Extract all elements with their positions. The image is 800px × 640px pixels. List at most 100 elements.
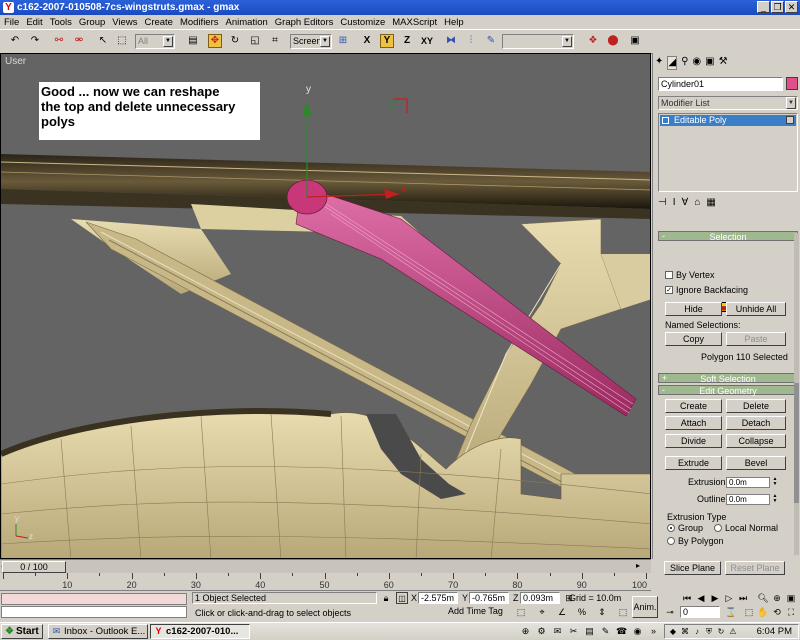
scale-icon[interactable]: ◱ xyxy=(248,34,262,48)
divide-button[interactable]: Divide xyxy=(665,434,722,448)
command-panel-scrollbar[interactable] xyxy=(794,233,799,555)
unlink-icon[interactable]: ⚮ xyxy=(72,34,86,48)
tab-modify-icon[interactable]: ◢ xyxy=(667,56,678,70)
tab-hierarchy-icon[interactable]: ⚲ xyxy=(681,56,688,70)
y-coordinate-field[interactable]: -0.765m xyxy=(469,592,509,604)
light-bulb-icon[interactable] xyxy=(786,116,794,124)
edit-geometry-rollout-header[interactable]: - Edit Geometry xyxy=(658,385,798,396)
quick-render-icon[interactable]: ▣ xyxy=(628,34,642,48)
region-zoom-icon[interactable]: ⬚ xyxy=(743,606,755,618)
material-editor-icon[interactable]: ❖ xyxy=(586,34,600,48)
task-outlook[interactable]: ✉ Inbox - Outlook E... xyxy=(48,624,148,639)
restore-button[interactable]: ❐ xyxy=(771,1,784,13)
by-polygon-radio[interactable] xyxy=(667,537,675,545)
menu-maxscript[interactable]: MAXScript xyxy=(392,17,437,28)
undo-icon[interactable]: ↶ xyxy=(8,34,22,48)
maxscript-input-mini[interactable] xyxy=(1,606,187,618)
add-time-tag-button[interactable]: Add Time Tag xyxy=(448,606,512,619)
maxscript-listener-mini[interactable] xyxy=(1,593,187,605)
z-coordinate-field[interactable]: 0.093m xyxy=(520,592,560,604)
snap-toggle-icon[interactable]: ⌖ xyxy=(536,606,548,618)
configure-sets-icon[interactable]: ▦ xyxy=(706,197,715,211)
tray-update-icon[interactable]: ⚠ xyxy=(728,627,738,637)
previous-frame-icon[interactable]: ◀ xyxy=(695,592,707,604)
absolute-mode-icon[interactable]: ◫ xyxy=(396,592,408,604)
group-radio[interactable] xyxy=(667,524,675,532)
remove-modifier-icon[interactable]: ⌂ xyxy=(694,197,700,211)
quicklaunch-icon-6[interactable]: ✎ xyxy=(600,626,611,637)
scrollbar-thumb[interactable] xyxy=(794,383,799,503)
menu-help[interactable]: Help xyxy=(444,17,464,28)
align-icon[interactable]: ⫶ xyxy=(464,34,478,48)
paste-button[interactable]: Paste xyxy=(726,332,786,346)
zoom-extents-icon[interactable]: ▣ xyxy=(785,592,797,604)
by-vertex-checkbox[interactable] xyxy=(665,271,673,279)
local-normal-radio[interactable] xyxy=(714,524,722,532)
attach-button[interactable]: Attach xyxy=(665,416,722,430)
minimize-button[interactable]: _ xyxy=(757,1,770,13)
next-frame-icon[interactable]: ▸ xyxy=(636,561,640,570)
show-end-result-icon[interactable]: I xyxy=(673,197,676,211)
axis-x-button[interactable]: X xyxy=(360,34,374,48)
extrude-button[interactable]: Extrude xyxy=(665,456,722,470)
time-slider[interactable]: ◂ 0 / 100 ▸ xyxy=(0,559,651,573)
coord-system-dropdown[interactable]: Screen ▼ xyxy=(290,34,332,49)
play-icon[interactable]: ▶ xyxy=(709,592,721,604)
tray-volume-icon[interactable]: ♪ xyxy=(692,627,702,637)
named-selection-dropdown[interactable]: ▼ xyxy=(502,34,574,49)
delete-button[interactable]: Delete xyxy=(726,399,786,413)
reference-coord-icon[interactable]: ⌗ xyxy=(268,34,282,48)
current-frame-field[interactable]: 0 xyxy=(680,606,720,618)
zoom-all-icon[interactable]: ⊕ xyxy=(771,592,783,604)
quicklaunch-icon-3[interactable]: ✉ xyxy=(552,626,563,637)
ignore-backfacing-checkbox[interactable]: ✓ xyxy=(665,286,673,294)
zoom-icon[interactable]: 🔍︎ xyxy=(757,592,769,604)
x-coordinate-field[interactable]: -2.575m xyxy=(418,592,458,604)
pan-icon[interactable]: ✋ xyxy=(757,606,769,618)
menu-graph-editors[interactable]: Graph Editors xyxy=(275,17,334,28)
spinner-arrows-icon[interactable]: ▲ ▼ xyxy=(772,494,778,505)
time-slider-thumb[interactable]: 0 / 100 xyxy=(2,561,66,573)
animate-button[interactable]: Anim. xyxy=(632,596,658,618)
next-key-icon[interactable]: ▷ xyxy=(723,592,735,604)
mirror-icon[interactable]: ⧓ xyxy=(444,34,458,48)
axis-xy-button[interactable]: XY xyxy=(420,34,434,48)
quicklaunch-icon-8[interactable]: ◉ xyxy=(632,626,643,637)
tray-network-icon[interactable]: ⌘ xyxy=(680,627,690,637)
bevel-button[interactable]: Bevel xyxy=(726,456,786,470)
link-icon[interactable]: ⚯ xyxy=(52,34,66,48)
quicklaunch-icon-5[interactable]: ▤ xyxy=(584,626,595,637)
angle-snap-icon[interactable]: ∠ xyxy=(556,606,568,618)
window-crossing-icon[interactable]: ⬚ xyxy=(617,606,629,618)
selection-filter-dropdown[interactable]: All ▼ xyxy=(135,34,175,49)
redo-icon[interactable]: ↷ xyxy=(28,34,42,48)
key-mode-icon[interactable]: ⊸ xyxy=(664,606,676,618)
copy-button[interactable]: Copy xyxy=(665,332,722,346)
menu-file[interactable]: File xyxy=(4,17,19,28)
time-tag-icon[interactable]: ⬚ xyxy=(515,606,527,618)
modifier-list-dropdown[interactable]: Modifier List ▼ xyxy=(658,96,798,110)
stack-item-editable-poly[interactable]: Editable Poly xyxy=(660,115,796,126)
create-button[interactable]: Create xyxy=(665,399,722,413)
viewport-label[interactable]: User xyxy=(5,56,26,67)
tray-sync-icon[interactable]: ↻ xyxy=(716,627,726,637)
track-bar[interactable]: 10 20 30 40 50 60 70 80 90 100 xyxy=(0,573,651,591)
unhide-all-button[interactable]: Unhide All xyxy=(726,302,786,316)
menu-customize[interactable]: Customize xyxy=(340,17,385,28)
menu-views[interactable]: Views xyxy=(112,17,137,28)
move-icon[interactable]: ✥ xyxy=(208,34,222,48)
time-config-icon[interactable]: ⌛ xyxy=(725,606,737,618)
named-selection-icon[interactable]: ✎ xyxy=(484,34,498,48)
tab-display-icon[interactable]: ▣ xyxy=(705,56,714,70)
arc-rotate-icon[interactable]: ⟲ xyxy=(771,606,783,618)
quicklaunch-icon-7[interactable]: ☎ xyxy=(616,626,627,637)
tab-create-icon[interactable]: ✦ xyxy=(655,56,663,70)
slice-plane-button[interactable]: Slice Plane xyxy=(664,561,721,575)
axis-z-button[interactable]: Z xyxy=(400,34,414,48)
maximize-viewport-icon[interactable]: ⛶ xyxy=(785,606,797,618)
quicklaunch-icon-1[interactable]: ⊕ xyxy=(520,626,531,637)
select-region-icon[interactable]: ⬚ xyxy=(115,34,129,48)
taskbar-clock[interactable]: 6:04 PM xyxy=(757,626,792,637)
pivot-center-icon[interactable]: ⊞ xyxy=(336,34,350,48)
close-button[interactable]: ✕ xyxy=(785,1,798,13)
